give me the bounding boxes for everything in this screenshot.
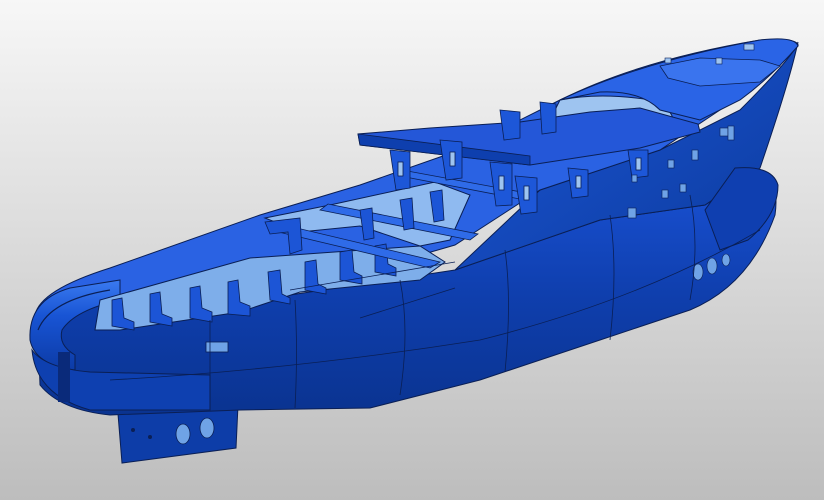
porthole (631, 174, 638, 183)
bracket (499, 109, 521, 141)
thruster-opening (721, 253, 731, 267)
porthole (679, 183, 687, 193)
bracket-slot (575, 175, 582, 189)
stern-hatch (205, 341, 229, 353)
bracket-slot (397, 161, 404, 177)
ship-hull-model[interactable] (0, 0, 824, 500)
porthole (727, 125, 735, 141)
bow-vent (664, 57, 672, 64)
skeg-hole-2 (199, 417, 215, 439)
bracket-slot (635, 157, 642, 171)
bow-vent (743, 43, 755, 51)
porthole (667, 159, 675, 169)
stern-bar (58, 352, 70, 402)
porthole (661, 189, 669, 199)
bracket-slot (449, 151, 456, 167)
skeg-pin (131, 428, 135, 432)
porthole (719, 127, 729, 137)
bracket-slot (498, 175, 505, 191)
skeg-hole-1 (175, 423, 191, 445)
porthole (691, 149, 699, 161)
thruster-opening (706, 257, 718, 275)
porthole (627, 207, 637, 219)
bow-vent (715, 57, 723, 65)
bracket (539, 101, 557, 135)
bracket-slot (523, 185, 530, 201)
cad-viewport[interactable] (0, 0, 824, 500)
skeg-pin (148, 435, 152, 439)
